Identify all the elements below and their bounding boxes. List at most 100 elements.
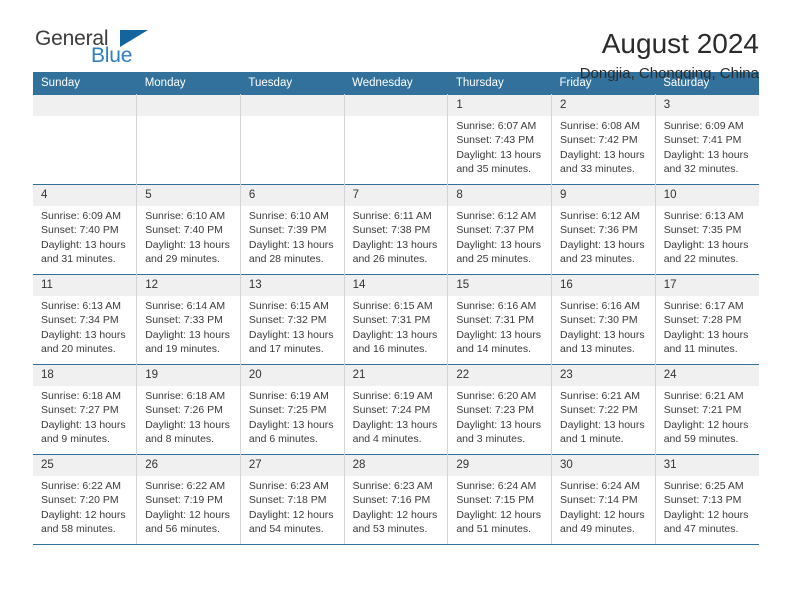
sunrise-text: Sunrise: 6:23 AM [352,480,433,492]
day-details: Sunrise: 6:20 AM Sunset: 7:23 PM Daylight:… [448,386,551,447]
day-details: Sunrise: 6:18 AM Sunset: 7:27 PM Daylight:… [33,386,136,447]
daylight-text-line1: Daylight: 13 hours [352,328,438,341]
calendar-day-cell[interactable]: 2 Sunrise: 6:08 AM Sunset: 7:42 PM Daylight… [551,94,656,185]
calendar-day-cell[interactable]: 3 Sunrise: 6:09 AM Sunset: 7:41 PM Daylight… [655,94,759,185]
calendar-day-cell[interactable]: 23 Sunrise: 6:21 AM Sunset: 7:22 PM Dayligh… [551,364,656,455]
sunrise-text: Sunrise: 6:18 AM [145,390,226,402]
sunset-text: Sunset: 7:39 PM [248,224,327,237]
calendar-day-cell[interactable]: 11 Sunrise: 6:13 AM Sunset: 7:34 PM Dayligh… [33,274,138,365]
daylight-text-line2: and 53 minutes. [352,523,428,536]
calendar-day-cell[interactable]: 4 Sunrise: 6:09 AM Sunset: 7:40 PM Daylight… [33,184,138,275]
daylight-text-line1: Daylight: 13 hours [352,418,438,431]
sunset-text: Sunset: 7:32 PM [248,314,327,327]
brand-logo[interactable]: General Blue [35,28,155,76]
day-number: 1 [448,95,552,116]
sunrise-text: Sunrise: 6:09 AM [663,120,744,132]
day-number: 14 [344,275,448,296]
calendar-cell-empty [240,94,345,185]
brand-name-blue: Blue [91,44,133,67]
daylight-text-line2: and 19 minutes. [145,343,220,356]
daylight-text-line2: and 35 minutes. [456,163,532,176]
daylight-text-line2: and 16 minutes. [352,343,428,356]
calendar-day-cell[interactable]: 31 Sunrise: 6:25 AM Sunset: 7:13 PM Dayligh… [655,454,759,545]
day-number: 22 [448,365,552,386]
calendar-day-cell[interactable]: 17 Sunrise: 6:17 AM Sunset: 7:28 PM Dayligh… [655,274,759,365]
calendar-week-row: 25 Sunrise: 6:22 AM Sunset: 7:20 PM Dayligh… [33,454,759,545]
sunset-text: Sunset: 7:15 PM [456,494,534,507]
title-block: August 2024 Dongjia, Chongqing, China [580,28,759,84]
day-number: 16 [552,275,655,296]
day-details: Sunrise: 6:24 AM Sunset: 7:14 PM Daylight:… [552,476,655,537]
sunrise-text: Sunrise: 6:09 AM [41,210,121,222]
sunset-text: Sunset: 7:35 PM [663,224,742,237]
calendar-cell-empty [33,94,138,185]
calendar-day-cell[interactable]: 29 Sunrise: 6:24 AM Sunset: 7:15 PM Dayligh… [447,454,553,545]
day-number: 11 [33,275,137,296]
day-details: Sunrise: 6:10 AM Sunset: 7:40 PM Daylight:… [137,206,240,267]
day-details: Sunrise: 6:08 AM Sunset: 7:42 PM Daylight:… [552,116,655,177]
calendar-week-row: 11 Sunrise: 6:13 AM Sunset: 7:34 PM Dayligh… [33,274,759,365]
day-number: 19 [137,365,240,386]
day-number: 28 [344,455,448,476]
calendar-day-cell[interactable]: 13 Sunrise: 6:15 AM Sunset: 7:32 PM Dayligh… [240,274,345,365]
sunrise-text: Sunrise: 6:11 AM [352,210,432,222]
daylight-text-line2: and 4 minutes. [352,433,422,446]
calendar-day-cell[interactable]: 28 Sunrise: 6:23 AM Sunset: 7:16 PM Dayligh… [344,454,449,545]
day-details: Sunrise: 6:18 AM Sunset: 7:26 PM Daylight:… [137,386,240,447]
day-number: 24 [655,365,759,386]
calendar-day-cell[interactable]: 18 Sunrise: 6:18 AM Sunset: 7:27 PM Dayligh… [33,364,138,455]
day-details: Sunrise: 6:12 AM Sunset: 7:36 PM Daylight:… [552,206,655,267]
sunrise-text: Sunrise: 6:15 AM [352,300,433,312]
calendar-day-cell[interactable]: 20 Sunrise: 6:19 AM Sunset: 7:25 PM Dayligh… [240,364,345,455]
calendar-day-cell[interactable]: 5 Sunrise: 6:10 AM Sunset: 7:40 PM Daylight… [136,184,241,275]
calendar-day-cell[interactable]: 7 Sunrise: 6:11 AM Sunset: 7:38 PM Daylight… [344,184,449,275]
calendar-day-cell[interactable]: 16 Sunrise: 6:16 AM Sunset: 7:30 PM Dayligh… [551,274,656,365]
daylight-text-line2: and 25 minutes. [456,253,532,266]
calendar-day-cell[interactable]: 12 Sunrise: 6:14 AM Sunset: 7:33 PM Dayligh… [136,274,241,365]
sunrise-text: Sunrise: 6:18 AM [41,390,121,402]
calendar-cell-empty [136,94,241,185]
calendar-day-cell[interactable]: 6 Sunrise: 6:10 AM Sunset: 7:39 PM Daylight… [240,184,345,275]
calendar-day-cell[interactable]: 14 Sunrise: 6:15 AM Sunset: 7:31 PM Dayligh… [344,274,449,365]
sunset-text: Sunset: 7:20 PM [41,494,119,507]
calendar-day-cell[interactable]: 10 Sunrise: 6:13 AM Sunset: 7:35 PM Dayligh… [655,184,759,275]
day-details: Sunrise: 6:22 AM Sunset: 7:19 PM Daylight:… [137,476,240,537]
daylight-text-line1: Daylight: 13 hours [145,328,230,341]
calendar-day-cell[interactable]: 22 Sunrise: 6:20 AM Sunset: 7:23 PM Dayligh… [447,364,553,455]
calendar-day-cell[interactable]: 30 Sunrise: 6:24 AM Sunset: 7:14 PM Dayligh… [551,454,656,545]
daylight-text-line1: Daylight: 12 hours [663,418,749,431]
daylight-text-line2: and 17 minutes. [248,343,324,356]
day-details: Sunrise: 6:15 AM Sunset: 7:32 PM Daylight:… [241,296,344,357]
daylight-text-line1: Daylight: 13 hours [560,148,645,161]
calendar-day-cell[interactable]: 1 Sunrise: 6:07 AM Sunset: 7:43 PM Daylight… [447,94,553,185]
daylight-text-line1: Daylight: 12 hours [41,508,126,521]
calendar-day-cell[interactable]: 19 Sunrise: 6:18 AM Sunset: 7:26 PM Dayligh… [136,364,241,455]
daylight-text-line2: and 29 minutes. [145,253,220,266]
calendar-day-cell[interactable]: 8 Sunrise: 6:12 AM Sunset: 7:37 PM Daylight… [447,184,553,275]
day-details: Sunrise: 6:10 AM Sunset: 7:39 PM Daylight:… [241,206,344,267]
calendar-day-cell[interactable]: 21 Sunrise: 6:19 AM Sunset: 7:24 PM Dayligh… [344,364,449,455]
daylight-text-line2: and 56 minutes. [145,523,220,536]
day-details: Sunrise: 6:25 AM Sunset: 7:13 PM Daylight:… [656,476,759,537]
calendar-day-cell[interactable]: 24 Sunrise: 6:21 AM Sunset: 7:21 PM Dayligh… [655,364,759,455]
calendar-week-row: 4 Sunrise: 6:09 AM Sunset: 7:40 PM Daylight… [33,184,759,275]
calendar-day-cell[interactable]: 9 Sunrise: 6:12 AM Sunset: 7:36 PM Daylight… [551,184,656,275]
calendar-grid: Sunday Monday Tuesday Wednesday Thursday Frid… [33,72,759,545]
calendar-day-cell[interactable]: 27 Sunrise: 6:23 AM Sunset: 7:18 PM Dayligh… [240,454,345,545]
day-number: 26 [137,455,240,476]
day-details: Sunrise: 6:22 AM Sunset: 7:20 PM Daylight:… [33,476,136,537]
sunset-text: Sunset: 7:37 PM [456,224,534,237]
calendar-day-cell[interactable]: 26 Sunrise: 6:22 AM Sunset: 7:19 PM Dayligh… [136,454,241,545]
daylight-text-line1: Daylight: 13 hours [41,418,126,431]
daylight-text-line2: and 13 minutes. [560,343,635,356]
daylight-text-line1: Daylight: 13 hours [248,238,334,251]
daylight-text-line2: and 11 minutes. [663,343,738,356]
calendar-day-cell[interactable]: 25 Sunrise: 6:22 AM Sunset: 7:20 PM Dayligh… [33,454,138,545]
daylight-text-line1: Daylight: 13 hours [560,238,645,251]
sunset-text: Sunset: 7:31 PM [352,314,431,327]
daylight-text-line2: and 3 minutes. [456,433,526,446]
calendar-week-row: 1 Sunrise: 6:07 AM Sunset: 7:43 PM Daylight… [33,94,759,185]
calendar-day-cell[interactable]: 15 Sunrise: 6:16 AM Sunset: 7:31 PM Dayligh… [447,274,553,365]
day-number: 8 [448,185,552,206]
calendar-cell-empty [344,94,449,185]
